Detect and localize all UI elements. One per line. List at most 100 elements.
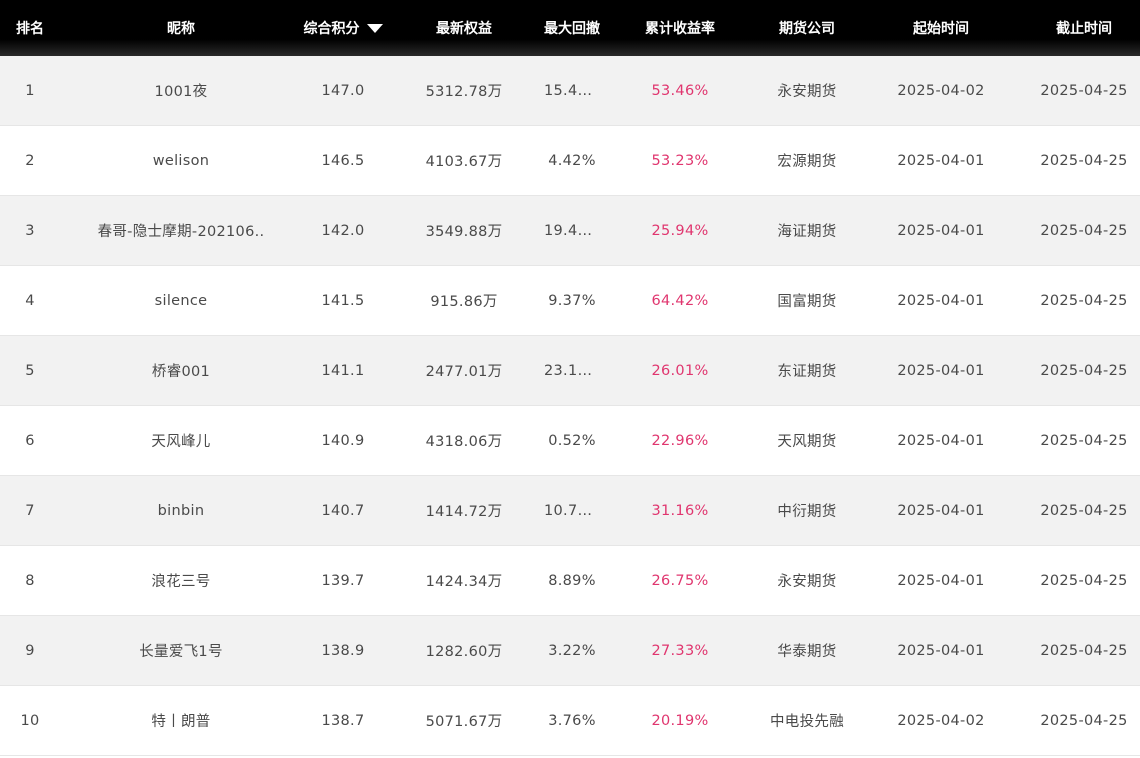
cell-company: 宏源期货 [760,126,854,195]
cell-rank-text: 8 [25,572,35,589]
header-equity: 最新权益 [436,21,492,37]
cell-rank: 10 [0,686,60,755]
header-score[interactable]: 综合积分 [302,0,384,56]
cell-company-text: 东证期货 [777,364,837,380]
cell-start-time: 2025-04-01 [854,476,1028,545]
cell-end-time: 2025-04-25 [1028,546,1140,615]
cell-start-time: 2025-04-01 [854,336,1028,405]
cell-score-text: 141.5 [321,292,365,309]
cell-company: 中电投先融 [760,686,854,755]
cell-rank: 5 [0,336,60,405]
cell-end-time: 2025-04-25 [1028,686,1140,755]
table-row[interactable]: 8 浪花三号 139.7 1424.34万 8.89% 26.75% 永安期货 2025-04… [0,546,1140,616]
header-start-time: 起始时间 [913,21,969,37]
cell-nickname[interactable]: 春哥-隐士摩期-202106.. [60,196,302,265]
cell-equity: 5312.78万 [384,56,544,125]
cell-cum-return-text: 25.94% [651,222,709,239]
ranking-table: 排名 昵称 综合积分 最新权益 最大回撤 累计收益率 期货公司 起始时间 截止时… [0,0,1140,758]
cell-start-time-text: 2025-04-01 [897,152,985,169]
cell-max-drawdown: 3.76% [544,686,600,755]
cell-end-time-text: 2025-04-25 [1040,502,1128,519]
cell-start-time-text: 2025-04-01 [897,222,985,239]
cell-rank-text: 9 [25,642,35,659]
cell-nickname[interactable]: 长量爱飞1号 [60,616,302,685]
header-company: 期货公司 [779,21,835,37]
cell-score: 140.7 [302,476,384,545]
table-body: 1 1001夜 147.0 5312.78万 15.47% 53.46% 永安期货 2025-… [0,56,1140,756]
cell-score: 140.9 [302,406,384,475]
cell-max-drawdown: 3.22% [544,616,600,685]
cell-company: 海证期货 [760,196,854,265]
table-row[interactable]: 1 1001夜 147.0 5312.78万 15.47% 53.46% 永安期货 2025-… [0,56,1140,126]
cell-cum-return: 64.42% [600,266,760,335]
cell-nickname-text: welison [152,152,210,169]
cell-rank-text: 2 [25,152,35,169]
header-rank: 排名 [16,21,44,37]
cell-score-text: 142.0 [321,222,365,239]
cell-score-text: 140.7 [321,502,365,519]
cell-nickname[interactable]: 浪花三号 [60,546,302,615]
cell-equity-text: 2477.01万 [425,364,503,380]
cell-nickname[interactable]: 1001夜 [60,56,302,125]
cell-nickname[interactable]: welison [60,126,302,195]
cell-company-text: 国富期货 [777,294,837,310]
cell-rank-text: 5 [25,362,35,379]
cell-end-time: 2025-04-25 [1028,476,1140,545]
cell-company-text: 永安期货 [777,84,837,100]
table-row[interactable]: 3 春哥-隐士摩期-202106.. 142.0 3549.88万 19.42% 25.9… [0,196,1140,266]
table-row[interactable]: 4 silence 141.5 915.86万 9.37% 64.42% 国富期货 2025-… [0,266,1140,336]
cell-score: 141.1 [302,336,384,405]
cell-end-time: 2025-04-25 [1028,336,1140,405]
cell-nickname-text: 长量爱飞1号 [139,644,223,660]
table-row[interactable]: 2 welison 146.5 4103.67万 4.42% 53.23% 宏源期货 2025… [0,126,1140,196]
cell-equity-text: 3549.88万 [425,224,503,240]
cell-equity: 4103.67万 [384,126,544,195]
cell-start-time-text: 2025-04-02 [897,82,985,99]
table-header: 排名 昵称 综合积分 最新权益 最大回撤 累计收益率 期货公司 起始时间 截止时… [0,0,1140,56]
cell-nickname-text: silence [154,292,208,309]
cell-nickname[interactable]: 特丨朗普 [60,686,302,755]
cell-start-time-text: 2025-04-01 [897,642,985,659]
cell-equity-text: 5312.78万 [425,84,503,100]
cell-max-drawdown-text: 4.42% [548,152,596,169]
cell-start-time: 2025-04-02 [854,56,1028,125]
cell-company-text: 海证期货 [777,224,837,240]
cell-score-text: 138.9 [321,642,365,659]
cell-nickname-text: 特丨朗普 [151,714,211,730]
table-row[interactable]: 10 特丨朗普 138.7 5071.67万 3.76% 20.19% 中电投先融 2025-… [0,686,1140,756]
cell-score-text: 140.9 [321,432,365,449]
table-row[interactable]: 7 binbin 140.7 1414.72万 10.78% 31.16% 中衍期货 2025… [0,476,1140,546]
cell-equity: 915.86万 [384,266,544,335]
sort-desc-icon[interactable] [366,24,383,33]
cell-equity-text: 5071.67万 [425,714,503,730]
cell-equity-text: 4318.06万 [425,434,503,450]
cell-end-time: 2025-04-25 [1028,406,1140,475]
cell-cum-return: 31.16% [600,476,760,545]
cell-company-text: 中电投先融 [770,714,844,730]
table-row[interactable]: 5 桥睿001 141.1 2477.01万 23.13% 26.01% 东证期货 2025-… [0,336,1140,406]
table-row[interactable]: 9 长量爱飞1号 138.9 1282.60万 3.22% 27.33% 华泰期货 2025-… [0,616,1140,686]
cell-start-time-text: 2025-04-01 [897,502,985,519]
cell-rank-text: 1 [25,82,35,99]
cell-rank-text: 10 [20,712,40,729]
cell-rank: 1 [0,56,60,125]
table-row[interactable]: 6 天风峰儿 140.9 4318.06万 0.52% 22.96% 天风期货 2025-04… [0,406,1140,476]
cell-nickname-text: 浪花三号 [151,574,211,590]
cell-max-drawdown-text: 23.13% [544,362,600,379]
cell-cum-return-text: 27.33% [651,642,709,659]
cell-nickname[interactable]: silence [60,266,302,335]
cell-nickname[interactable]: 天风峰儿 [60,406,302,475]
cell-rank: 8 [0,546,60,615]
cell-nickname[interactable]: 桥睿001 [60,336,302,405]
cell-rank-text: 7 [25,502,35,519]
cell-start-time: 2025-04-01 [854,196,1028,265]
cell-cum-return-text: 53.23% [651,152,709,169]
cell-score: 141.5 [302,266,384,335]
cell-nickname[interactable]: binbin [60,476,302,545]
cell-max-drawdown: 9.37% [544,266,600,335]
cell-score: 146.5 [302,126,384,195]
cell-score-text: 141.1 [321,362,365,379]
cell-company-text: 中衍期货 [777,504,837,520]
cell-max-drawdown: 10.78% [544,476,600,545]
cell-end-time-text: 2025-04-25 [1040,222,1128,239]
